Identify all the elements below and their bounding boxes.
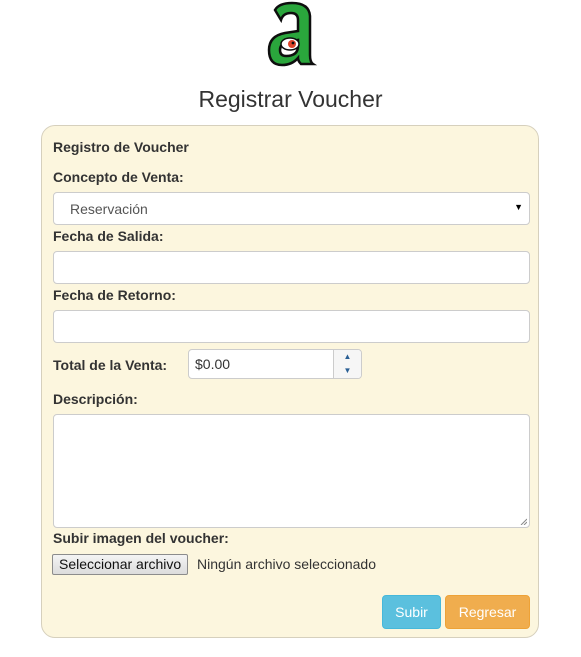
total-spinner: ▲ ▼ xyxy=(333,350,361,378)
fecha-salida-label: Fecha de Salida: xyxy=(53,228,164,244)
select-file-button[interactable]: Seleccionar archivo xyxy=(52,554,189,575)
app-logo-icon xyxy=(267,1,318,67)
descripcion-label: Descripción: xyxy=(53,391,138,407)
page-title: Registrar Voucher xyxy=(198,86,383,112)
chevron-down-icon: ▼ xyxy=(514,202,523,212)
total-input[interactable]: $0.00 ▲ ▼ xyxy=(188,349,362,379)
concepto-select[interactable]: Reservación ▼ xyxy=(53,192,530,225)
concepto-selected-value: Reservación xyxy=(70,201,148,217)
file-status-text: Ningún archivo seleccionado xyxy=(197,556,376,572)
total-label: Total de la Venta: xyxy=(53,357,168,373)
fecha-retorno-input[interactable] xyxy=(53,310,530,343)
descripcion-textarea[interactable] xyxy=(53,414,530,528)
fecha-salida-input[interactable] xyxy=(53,251,530,284)
total-value: $0.00 xyxy=(195,356,231,372)
spin-up-icon[interactable]: ▲ xyxy=(334,350,361,364)
concepto-label: Concepto de Venta: xyxy=(53,169,184,185)
submit-button[interactable]: Subir xyxy=(382,595,441,629)
spin-down-icon[interactable]: ▼ xyxy=(334,364,361,378)
fecha-retorno-label: Fecha de Retorno: xyxy=(53,287,176,303)
form-heading: Registro de Voucher xyxy=(53,139,189,155)
back-button[interactable]: Regresar xyxy=(445,595,530,629)
imagen-label: Subir imagen del voucher: xyxy=(53,530,229,546)
resize-grip-icon[interactable] xyxy=(520,518,527,525)
voucher-form-panel: Registro de Voucher Concepto de Venta: R… xyxy=(41,125,539,638)
